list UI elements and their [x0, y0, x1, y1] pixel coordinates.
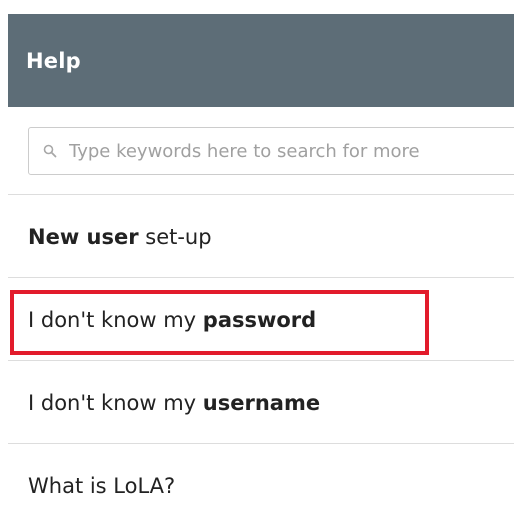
help-item-what-is-lola[interactable]: What is LoLA?: [8, 445, 514, 519]
help-item-bold: username: [202, 390, 321, 415]
help-item-suffix: set-up: [138, 224, 212, 249]
help-item-forgot-username[interactable]: I don't know my username: [8, 362, 514, 444]
search-input[interactable]: [69, 140, 509, 162]
help-panel: Help New user set-up I don't know my pas…: [0, 0, 514, 519]
help-item-bold: New user: [28, 224, 139, 249]
page-title: Help: [26, 48, 81, 73]
help-item-prefix: I don't know my: [28, 307, 203, 332]
help-item-prefix: What is LoLA?: [28, 474, 176, 498]
help-item-prefix: I don't know my: [28, 390, 203, 415]
search-icon: [43, 144, 57, 158]
help-item-forgot-password[interactable]: I don't know my password: [8, 279, 514, 361]
search-section: [8, 107, 514, 195]
help-item-bold: password: [202, 307, 317, 332]
help-item-new-user-setup[interactable]: New user set-up: [8, 196, 514, 278]
help-header: Help: [8, 14, 514, 107]
search-box[interactable]: [28, 127, 514, 175]
